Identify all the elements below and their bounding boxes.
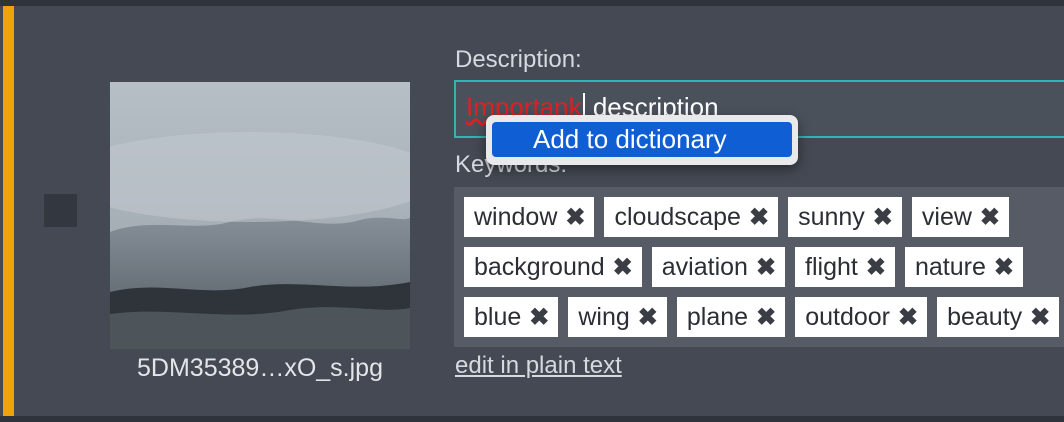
keyword-label: cloudscape bbox=[614, 202, 741, 231]
select-checkbox[interactable] bbox=[44, 194, 77, 227]
keyword-tag[interactable]: wing ✖ bbox=[568, 297, 667, 337]
keyword-tag[interactable]: blue ✖ bbox=[464, 297, 559, 337]
description-label: Description: bbox=[455, 46, 582, 73]
keyword-tag[interactable]: window ✖ bbox=[464, 197, 595, 237]
keyword-label: blue bbox=[474, 302, 522, 331]
keywords-row: blue ✖ wing ✖ plane ✖ outdoor ✖ beauty ✖ bbox=[464, 297, 1064, 337]
keyword-tag[interactable]: outdoor ✖ bbox=[795, 297, 928, 337]
edit-in-plain-text-link[interactable]: edit in plain text bbox=[455, 352, 622, 380]
keyword-label: beauty bbox=[947, 302, 1023, 331]
spelling-context-menu: Add to dictionary bbox=[486, 115, 798, 165]
keyword-tag[interactable]: cloudscape ✖ bbox=[604, 197, 779, 237]
keyword-tag[interactable]: background ✖ bbox=[464, 247, 642, 287]
close-icon[interactable]: ✖ bbox=[873, 203, 893, 232]
close-icon[interactable]: ✖ bbox=[756, 303, 776, 332]
keyword-tag[interactable]: view ✖ bbox=[911, 197, 1010, 237]
keyword-label: plane bbox=[686, 302, 749, 331]
keyword-tag[interactable]: plane ✖ bbox=[676, 297, 786, 337]
keywords-row: background ✖ aviation ✖ flight ✖ nature ✖ bbox=[464, 247, 1033, 287]
file-name: 5DM35389…xO_s.jpg bbox=[137, 354, 383, 382]
close-icon[interactable]: ✖ bbox=[529, 303, 549, 332]
keyword-tag[interactable]: sunny ✖ bbox=[788, 197, 902, 237]
close-icon[interactable]: ✖ bbox=[898, 303, 918, 332]
keyword-tag[interactable]: nature ✖ bbox=[904, 247, 1023, 287]
keyword-label: window bbox=[474, 202, 558, 231]
keywords-row: window ✖ cloudscape ✖ sunny ✖ view ✖ bbox=[464, 197, 1019, 237]
keyword-label: outdoor bbox=[805, 302, 890, 331]
keyword-tag[interactable]: aviation ✖ bbox=[651, 247, 786, 287]
keywords-container: window ✖ cloudscape ✖ sunny ✖ view ✖ background… bbox=[454, 187, 1064, 347]
keyword-label: flight bbox=[805, 252, 858, 281]
keyword-label: nature bbox=[914, 252, 986, 281]
close-icon[interactable]: ✖ bbox=[994, 253, 1014, 282]
close-icon[interactable]: ✖ bbox=[565, 203, 585, 232]
keyword-label: sunny bbox=[798, 202, 865, 231]
close-icon[interactable]: ✖ bbox=[980, 203, 1000, 232]
close-icon[interactable]: ✖ bbox=[1030, 303, 1050, 332]
keyword-tag[interactable]: beauty ✖ bbox=[937, 297, 1060, 337]
close-icon[interactable]: ✖ bbox=[638, 303, 658, 332]
close-icon[interactable]: ✖ bbox=[749, 203, 769, 232]
keyword-label: background bbox=[474, 252, 605, 281]
keyword-tag[interactable]: flight ✖ bbox=[795, 247, 895, 287]
image-thumbnail[interactable] bbox=[110, 82, 410, 349]
keyword-label: wing bbox=[578, 302, 630, 331]
keyword-label: view bbox=[921, 202, 972, 231]
close-icon[interactable]: ✖ bbox=[756, 253, 776, 282]
close-icon[interactable]: ✖ bbox=[866, 253, 886, 282]
selection-accent-bar bbox=[3, 6, 14, 416]
add-to-dictionary-menu-item[interactable]: Add to dictionary bbox=[492, 122, 792, 157]
close-icon[interactable]: ✖ bbox=[613, 253, 633, 282]
keyword-label: aviation bbox=[661, 252, 748, 281]
